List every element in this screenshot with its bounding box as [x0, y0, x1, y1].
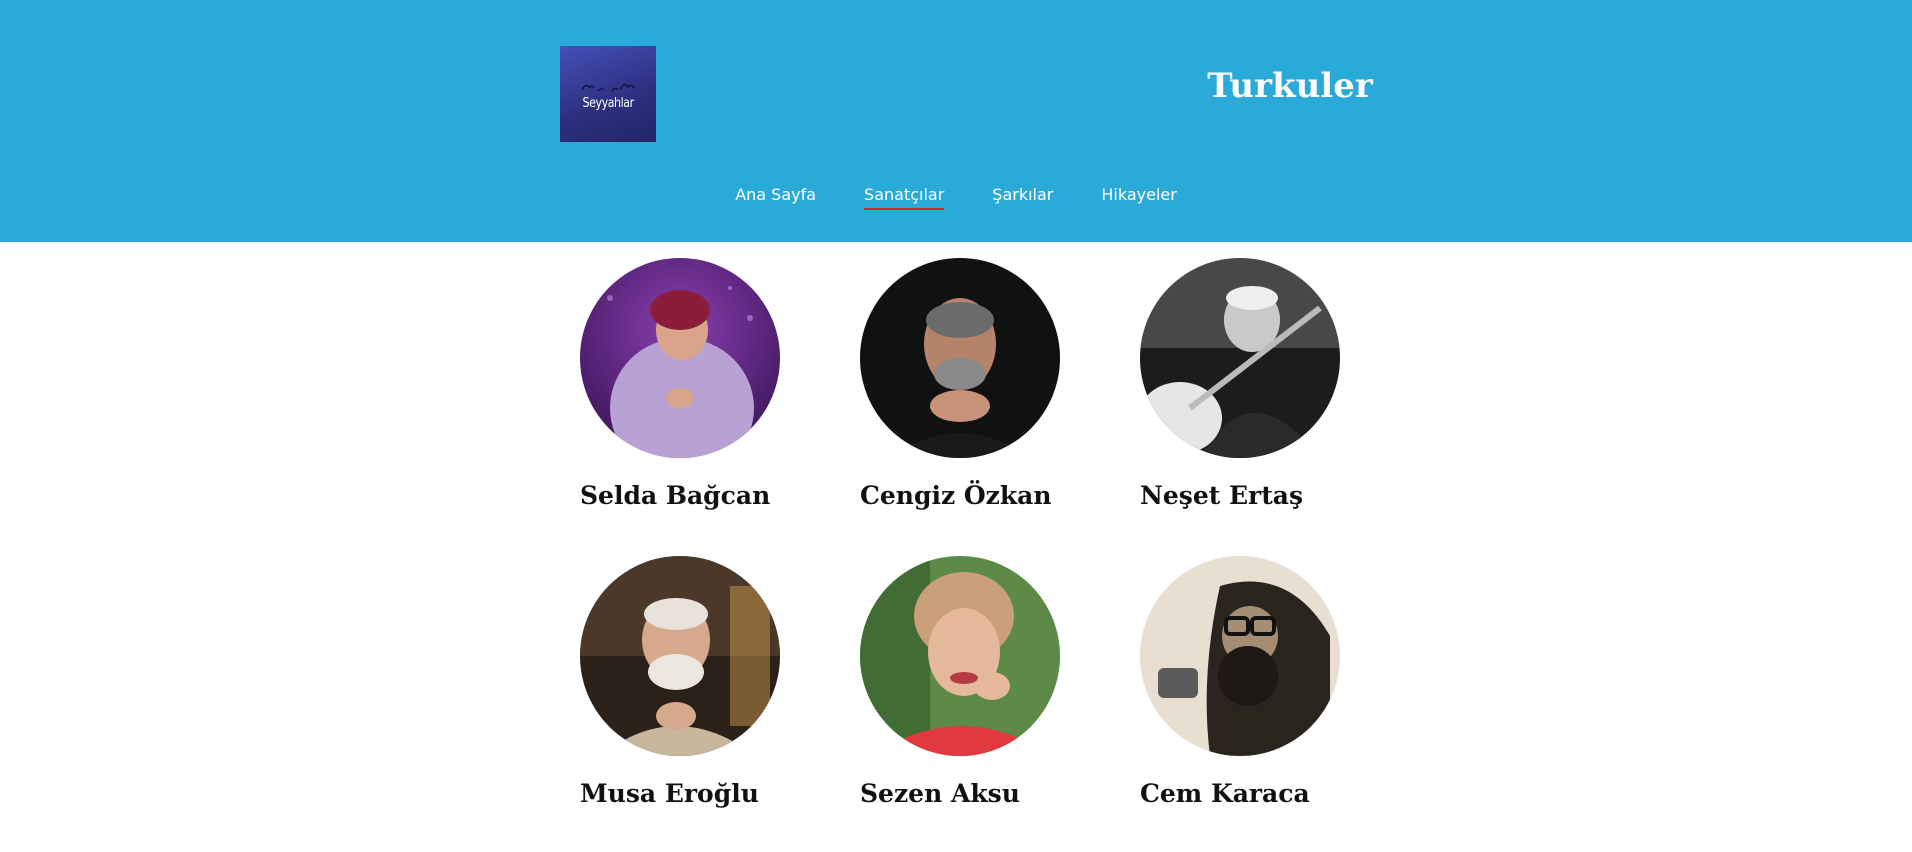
artist-card[interactable]: Sezen Aksu [860, 556, 1140, 810]
nav-item-sarkilar[interactable]: Şarkılar [992, 184, 1053, 210]
artist-grid: Selda Bağcan Cengiz Özkan Neşet Ertaş Mu… [580, 258, 1340, 810]
artist-photo[interactable] [580, 556, 780, 756]
artist-name[interactable]: Sezen Aksu [860, 778, 1140, 810]
artist-photo[interactable] [860, 556, 1060, 756]
nav-item-sanatcilar[interactable]: Sanatçılar [864, 184, 945, 210]
main-nav: Ana Sayfa Sanatçılar Şarkılar Hikayeler [0, 184, 1912, 210]
artist-card[interactable]: Cem Karaca [1140, 556, 1340, 810]
artist-card[interactable]: Cengiz Özkan [860, 258, 1140, 512]
artist-name[interactable]: Neşet Ertaş [1140, 480, 1340, 512]
artist-photo[interactable] [1140, 258, 1340, 458]
artist-name[interactable]: Musa Eroğlu [580, 778, 860, 810]
artist-photo[interactable] [580, 258, 780, 458]
logo-birds-icon [581, 83, 635, 91]
site-logo[interactable]: Seyyahlar [560, 46, 656, 142]
nav-item-hikayeler[interactable]: Hikayeler [1101, 184, 1176, 210]
artist-name[interactable]: Selda Bağcan [580, 480, 860, 512]
artist-name[interactable]: Cengiz Özkan [860, 480, 1140, 512]
artist-name[interactable]: Cem Karaca [1140, 778, 1340, 810]
artist-photo[interactable] [1140, 556, 1340, 756]
site-header: Seyyahlar Turkuler Ana Sayfa Sanatçılar … [0, 0, 1912, 242]
nav-item-ana-sayfa[interactable]: Ana Sayfa [735, 184, 816, 210]
artist-card[interactable]: Selda Bağcan [580, 258, 860, 512]
site-title: Turkuler [1207, 66, 1373, 106]
artist-card[interactable]: Musa Eroğlu [580, 556, 860, 810]
artist-photo[interactable] [860, 258, 1060, 458]
logo-text: Seyyahlar [582, 95, 634, 111]
artist-card[interactable]: Neşet Ertaş [1140, 258, 1340, 512]
